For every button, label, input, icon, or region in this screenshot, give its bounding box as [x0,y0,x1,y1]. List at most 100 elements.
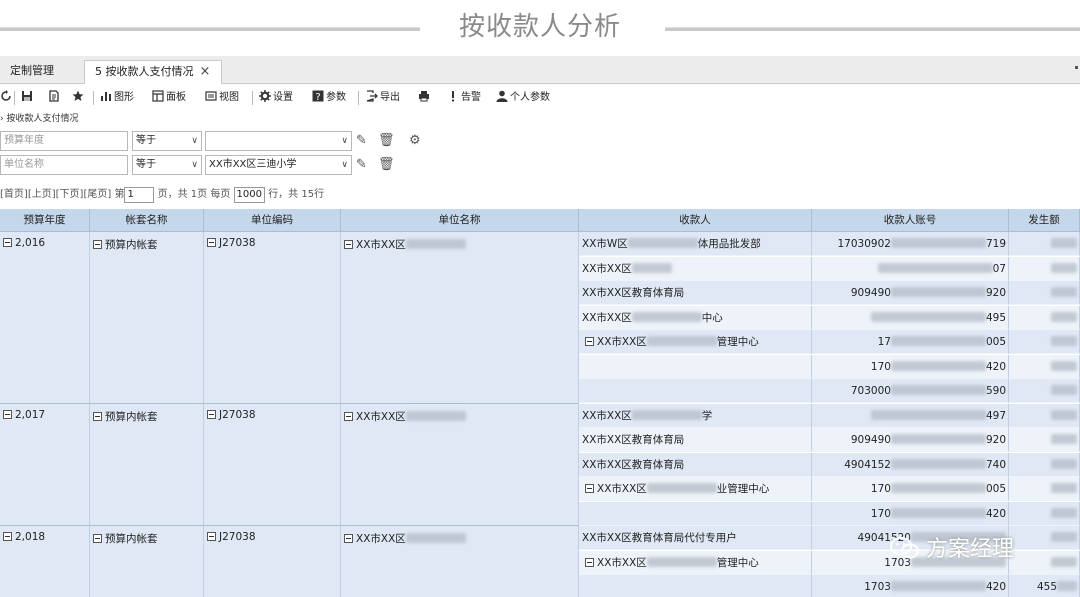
collapse-icon[interactable] [93,411,102,421]
header-col-budget-year[interactable]: 预算年度 [0,209,90,232]
redacted-text [1051,311,1077,322]
filter-value: XX市XX区三迪小学 [209,159,297,170]
header-col-payee-account[interactable]: 收款人账号 [812,209,1009,232]
chevron-down-icon: ∨ [191,136,198,146]
account-tail: 420 [985,360,1006,373]
cell-payee[interactable]: XX市W区 体用品批发部 [579,232,812,256]
cell-payee[interactable]: XX市XX区教育体育局 [579,281,812,305]
filter-operator-value: 等于 [136,135,156,146]
header-col-unit-name[interactable]: 单位名称 [341,209,579,232]
filter-operator-select[interactable]: 等于 ∨ [132,155,202,175]
collapse-icon[interactable] [207,409,216,419]
filter-operator-select[interactable]: 等于 ∨ [132,131,202,151]
collapse-icon[interactable] [585,484,594,493]
cell-payee[interactable]: XX市XX区 中心 [579,305,812,330]
favorite-button[interactable] [72,89,86,107]
header-col-amount[interactable]: 发生额 [1009,209,1080,232]
pager-per-page-input[interactable]: 1000 [233,187,265,203]
header-col-account-set[interactable]: 帐套名称 [90,209,204,232]
account-head: 1703 [864,581,891,593]
cell-payee[interactable]: XX市XX区 管理中心 [579,550,812,575]
redacted-text [890,385,986,395]
save-icon [22,91,32,101]
pager-first[interactable]: [首页] [0,189,28,200]
delete-icon[interactable]: 🗑 [378,132,395,150]
settings-button[interactable]: 设置 [259,89,293,107]
cell-amount [1009,232,1080,256]
refresh-button[interactable] [0,89,14,107]
filter-value-select[interactable]: XX市XX区三迪小学 ∨ [205,155,352,175]
cell-unit-name: XX市XX区 [341,403,579,526]
pager-next[interactable]: [下页] [56,189,84,200]
account-tail: 920 [985,434,1006,446]
gear-icon[interactable]: ⚙ [409,132,421,150]
save-button[interactable] [21,89,35,107]
tab-payee-payment[interactable]: 5 按收款人支付情况 × [84,60,222,84]
cell-payee[interactable] [579,501,812,526]
save-as-button[interactable] [48,89,62,107]
collapse-icon[interactable] [344,534,353,543]
account-head: 17 [877,336,891,348]
delete-icon[interactable]: 🗑 [378,156,395,174]
collapse-icon[interactable] [3,409,12,419]
collapse-icon[interactable] [585,557,594,567]
edit-icon[interactable]: ✎ [356,132,367,150]
tab-custom-management[interactable]: 定制管理 [0,60,78,84]
unit-code-value: J27038 [219,531,256,543]
export-button[interactable]: 导出 [366,89,400,107]
cell-payee[interactable] [579,379,812,403]
collapse-icon[interactable] [3,532,12,541]
header-col-unit-code[interactable]: 单位编码 [204,209,341,232]
unit-code-value: J27038 [219,408,256,421]
collapse-icon[interactable] [207,532,216,541]
cell-payee[interactable]: XX市XX区 学 [579,403,812,428]
collapse-icon[interactable] [344,411,353,421]
collapse-icon[interactable] [207,238,216,247]
redacted-text [1051,360,1077,371]
view-button[interactable]: 视图 [205,89,239,107]
cell-payee[interactable] [579,354,812,379]
personal-params-button[interactable]: 个人参数 [496,89,550,107]
params-button[interactable]: ? 参数 [312,89,346,107]
filter-value-select[interactable]: ∨ [205,131,352,151]
redacted-text [1051,458,1077,469]
pager-last[interactable]: [尾页] [83,189,111,200]
cell-unit-code: J27038 [204,526,341,597]
redacted-text [631,262,672,273]
cell-unit-code: J27038 [204,232,341,404]
cell-payee[interactable] [579,575,812,597]
collapse-icon[interactable] [585,337,594,346]
cell-payee[interactable]: XX市XX区教育体育局 [579,452,812,477]
cell-payee[interactable]: XX市XX区 [579,256,812,281]
banner-title: 按收款人分析 [458,12,621,42]
collapse-icon[interactable] [344,240,353,249]
account-tail: 719 [985,238,1006,250]
filter-field-unit[interactable]: 单位名称 [0,155,128,175]
filter-field-year[interactable]: 预算年度 [0,131,128,151]
account-tail: 495 [985,311,1006,324]
cell-payee[interactable]: XX市XX区教育体育局代付专用户 [579,526,812,550]
redacted-text [646,556,717,567]
pager-page-input[interactable]: 1 [124,187,155,203]
cell-payee[interactable]: XX市XX区 管理中心 [579,330,812,354]
pager-prev[interactable]: [上页] [28,189,56,200]
panel-button[interactable]: 面板 [152,89,186,107]
print-button[interactable] [418,89,432,107]
cell-payee-account: 170 420 [812,354,1009,379]
alert-button[interactable]: 告警 [447,89,481,107]
edit-icon[interactable]: ✎ [356,156,367,174]
header-col-payee[interactable]: 收款人 [579,209,812,232]
refresh-icon [1,90,11,101]
collapse-icon[interactable] [93,534,102,543]
close-icon[interactable]: × [200,64,211,79]
pager-page-suffix: 页，共 1页 每页 [157,189,231,200]
collapse-icon[interactable] [93,240,102,249]
chart-button[interactable]: 图形 [100,89,134,107]
collapse-icon[interactable] [3,238,12,247]
cell-payee[interactable]: XX市XX区 业管理中心 [579,477,812,501]
cell-payee-account: 497 [812,403,1009,428]
account-head: 909490 [850,434,891,446]
cell-payee[interactable]: XX市XX区教育体育局 [579,428,812,452]
more-icon[interactable] [1075,66,1078,69]
payee-name: XX市XX区 [582,311,632,324]
